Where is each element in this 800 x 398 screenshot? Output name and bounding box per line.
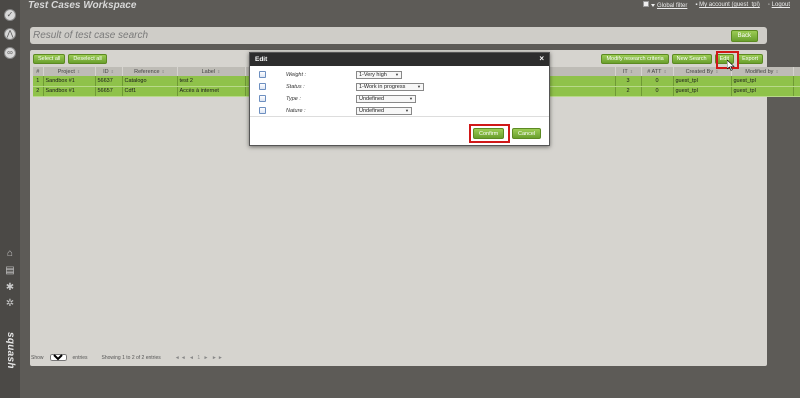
column-header[interactable]: Project ⇕ — [43, 67, 96, 76]
document-icon[interactable]: ▤ — [5, 266, 15, 276]
it-cell: 2 — [615, 86, 642, 97]
modify-criteria-button[interactable]: Modify research criteria — [601, 54, 669, 64]
chevron-down-icon: ▼ — [417, 83, 421, 89]
row-number: 2 — [33, 86, 44, 97]
spacer-cell — [793, 86, 800, 97]
nature-select[interactable]: Undefined ▼ — [356, 106, 412, 115]
pagination[interactable]: ◄◄ ◄ 1 ► ►► — [175, 355, 224, 361]
check-icon[interactable]: ✓ — [4, 9, 16, 21]
page-title: Result of test case search — [33, 30, 149, 41]
status-select[interactable]: 1-Work in progress ▼ — [356, 82, 424, 91]
selection-toolbar: Select all Deselect all — [33, 54, 107, 64]
chevron-down-icon — [650, 3, 655, 7]
bug-list-icon[interactable]: ✲ — [5, 299, 15, 309]
weight-row: Weight : 1-Very high ▼ — [259, 70, 402, 79]
column-header[interactable]: ID ⇕ — [95, 67, 123, 76]
modified-by-cell: guest_tpl — [731, 86, 794, 97]
column-header[interactable]: # ATT ⇕ — [641, 67, 674, 76]
my-account-link[interactable]: My account (guest_tpl) — [699, 2, 760, 8]
chevron-down-icon: ▼ — [405, 107, 409, 113]
global-filter-toggle[interactable]: Global filter — [642, 1, 687, 9]
weight-label: Weight : — [286, 71, 307, 78]
label-cell[interactable]: Accès à internet — [177, 86, 246, 97]
column-header[interactable]: # — [33, 67, 44, 76]
page-header: Result of test case search Back — [30, 27, 767, 44]
confirm-highlight-box — [469, 124, 510, 143]
status-label: Status : — [286, 83, 305, 90]
dialog-title: Edit — [255, 56, 268, 63]
project-cell[interactable]: Sandbox #1 — [43, 76, 96, 87]
modified-by-cell: guest_tpl — [731, 76, 794, 87]
link-icon[interactable]: ∞ — [4, 47, 16, 59]
top-right-menu: Global filter ▪ My account (guest_tpl) ◦… — [642, 1, 790, 9]
show-label: Show — [31, 354, 44, 361]
workspace-title: Test Cases Workspace — [28, 0, 137, 11]
cursor-icon — [727, 60, 735, 71]
nature-checkbox[interactable] — [259, 107, 266, 114]
entries-label: entries — [72, 354, 88, 361]
column-header[interactable]: Reference ⇕ — [122, 67, 178, 76]
new-search-button[interactable]: New Search — [671, 54, 712, 64]
page-size-select[interactable]: 50 — [49, 354, 67, 361]
reference-cell[interactable]: Cdf1 — [122, 86, 178, 97]
column-header[interactable]: IT ⇕ — [615, 67, 642, 76]
column-header[interactable]: Modified by ⇕ — [731, 67, 794, 76]
logout-menu[interactable]: ◦ Logout — [768, 2, 790, 8]
reference-cell[interactable]: Catalogo — [122, 76, 178, 87]
weight-checkbox[interactable] — [259, 71, 266, 78]
type-select[interactable]: Undefined ▼ — [356, 94, 416, 103]
column-header[interactable]: Label ⇕ — [177, 67, 246, 76]
id-cell[interactable]: 56637 — [95, 76, 123, 87]
home-icon[interactable]: ⌂ — [5, 249, 15, 259]
row-number: 1 — [33, 76, 44, 87]
type-label: Type : — [286, 95, 301, 102]
att-cell: 0 — [641, 76, 674, 87]
brand-logo: squash — [5, 332, 16, 369]
nature-label: Nature : — [286, 107, 306, 114]
type-row: Type : Undefined ▼ — [259, 94, 416, 103]
chevron-down-icon: ▼ — [409, 95, 413, 101]
select-all-button[interactable]: Select all — [33, 54, 66, 64]
att-cell: 0 — [641, 86, 674, 97]
weight-select[interactable]: 1-Very high ▼ — [356, 70, 402, 79]
account-menu[interactable]: ▪ My account (guest_tpl) — [695, 2, 760, 8]
created-by-cell: guest_tpl — [673, 76, 732, 87]
nature-row: Nature : Undefined ▼ — [259, 106, 412, 115]
left-nav: ✓ ⋀ ∞ ⌂ ▤ ✱ ✲ squash — [0, 0, 20, 398]
export-button[interactable]: Export — [737, 54, 763, 64]
deselect-all-button[interactable]: Deselect all — [68, 54, 107, 64]
project-cell[interactable]: Sandbox #1 — [43, 86, 96, 97]
close-icon[interactable]: × — [539, 54, 544, 63]
global-filter-link[interactable]: Global filter — [657, 3, 687, 9]
status-row: Status : 1-Work in progress ▼ — [259, 82, 424, 91]
back-button[interactable]: Back — [730, 30, 758, 42]
bug-icon[interactable]: ✱ — [5, 283, 15, 293]
dialog-divider — [250, 116, 549, 117]
column-header — [793, 67, 800, 76]
type-checkbox[interactable] — [259, 95, 266, 102]
id-cell[interactable]: 56657 — [95, 86, 123, 97]
showing-info: Showing 1 to 2 of 2 entries — [101, 354, 161, 361]
logout-link[interactable]: Logout — [772, 2, 790, 8]
dialog-header: Edit × — [250, 53, 549, 66]
chevron-down-icon: ▼ — [395, 71, 399, 77]
cancel-button[interactable]: Cancel — [512, 128, 542, 139]
spacer-cell — [793, 76, 800, 87]
label-cell[interactable]: test 2 — [177, 76, 246, 87]
global-filter-checkbox[interactable] — [642, 1, 649, 7]
table-footer: Show 50 entries Showing 1 to 2 of 2 entr… — [31, 354, 224, 361]
status-checkbox[interactable] — [259, 83, 266, 90]
created-by-cell: guest_tpl — [673, 86, 732, 97]
it-cell: 3 — [615, 76, 642, 87]
requirements-icon[interactable]: ⋀ — [4, 28, 16, 40]
